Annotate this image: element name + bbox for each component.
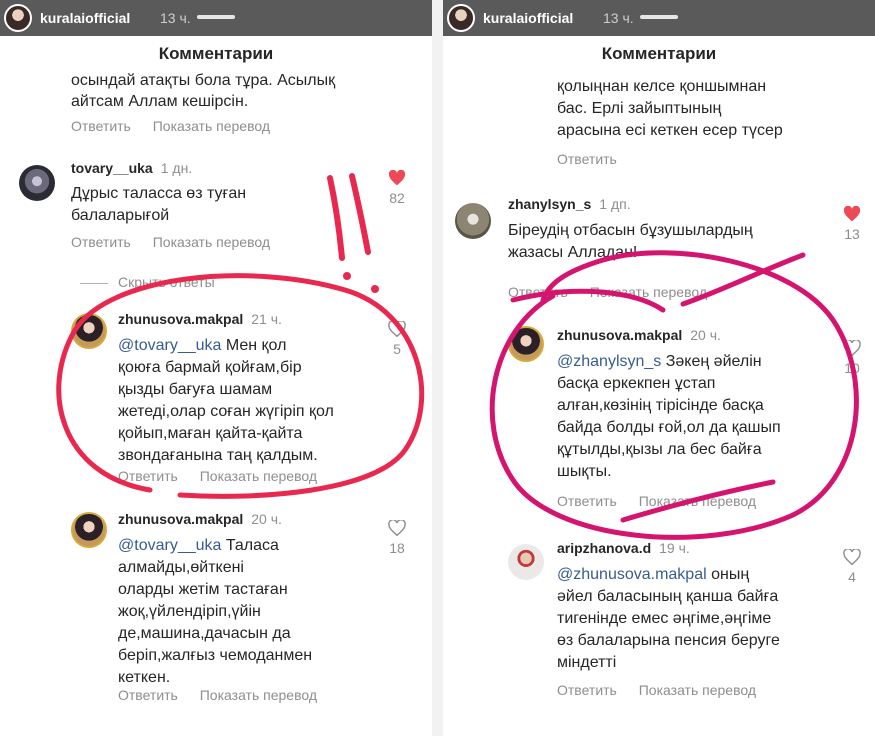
avatar[interactable]: [19, 165, 55, 201]
hide-replies-button[interactable]: Скрыть ответы: [80, 274, 215, 290]
comment-username[interactable]: zhanylsyn_s 1 дп.: [508, 196, 631, 212]
reply-button[interactable]: Ответить: [557, 682, 617, 698]
comment-text: @tovary__uka Таласа алмайды,өйткені олар…: [118, 537, 313, 686]
panel-divider: [432, 0, 443, 736]
heart-filled-icon: [388, 170, 406, 186]
comment-username[interactable]: tovary__uka 1 дн.: [71, 160, 192, 176]
story-username[interactable]: kuralaiofficial: [483, 10, 573, 26]
comment-actions: Ответить Показать перевод: [118, 468, 335, 484]
avatar[interactable]: [71, 512, 107, 548]
comment-actions: Ответить Показать перевод: [557, 493, 774, 509]
reply-button[interactable]: Ответить: [557, 493, 617, 509]
comment-time: 20 ч.: [251, 511, 282, 527]
translate-button[interactable]: Показать перевод: [590, 284, 707, 300]
sheet-handle[interactable]: [197, 15, 235, 19]
comment-time: 1 дп.: [599, 196, 631, 212]
mention-link[interactable]: @tovary__uka: [118, 337, 221, 354]
comment-username[interactable]: zhunusova.makpal 20 ч.: [557, 327, 721, 343]
like-button[interactable]: 13: [839, 206, 865, 242]
cut-comment-text: осындай атақты бола тұра. Асылық: [71, 72, 336, 89]
heart-filled-icon: [843, 206, 861, 222]
cut-comment-text: айтсам Аллам кешірсін.: [71, 93, 249, 110]
story-top-bar: kuralaiofficial 13 ч.: [443, 0, 875, 36]
like-button[interactable]: 4: [839, 549, 865, 585]
comment-text: @zhunusova.makpal оның әйел баласының қа…: [557, 566, 780, 671]
reply-button[interactable]: Ответить: [71, 234, 131, 250]
like-button[interactable]: 10: [839, 340, 865, 376]
comment-username[interactable]: zhunusova.makpal 20 ч.: [118, 511, 282, 527]
heart-outline-icon: [388, 321, 406, 337]
mention-link[interactable]: @tovary__uka: [118, 537, 221, 554]
translate-button[interactable]: Показать перевод: [153, 234, 270, 250]
comment-actions: Ответить Показать перевод: [557, 682, 774, 698]
translate-button[interactable]: Показать перевод: [200, 687, 317, 703]
like-button[interactable]: 5: [384, 321, 410, 357]
like-count: 4: [848, 569, 856, 585]
mention-link[interactable]: @zhunusova.makpal: [557, 566, 707, 583]
comment-time: 1 дн.: [160, 160, 193, 176]
avatar[interactable]: [508, 326, 544, 362]
sheet-handle[interactable]: [640, 15, 678, 19]
left-screenshot-panel: kuralaiofficial 13 ч. Комментарии осында…: [0, 0, 432, 736]
comment-actions: Ответить: [557, 151, 635, 167]
story-top-bar: kuralaiofficial 13 ч.: [0, 0, 432, 36]
comment-text: Біреудің отбасын бұзушылардың жазасы Алл…: [508, 222, 753, 261]
reply-button[interactable]: Ответить: [118, 687, 178, 703]
translate-button[interactable]: Показать перевод: [200, 468, 317, 484]
comment-actions: Ответить Показать перевод: [71, 234, 288, 250]
avatar[interactable]: [455, 203, 491, 239]
reply-button[interactable]: Ответить: [71, 118, 131, 134]
comment-actions: Ответить Показать перевод: [508, 284, 725, 300]
comments-header: Комментарии: [0, 36, 432, 72]
heart-outline-icon: [843, 340, 861, 356]
comment-time: 19 ч.: [659, 540, 690, 556]
like-count: 10: [844, 360, 860, 376]
translate-button[interactable]: Показать перевод: [153, 118, 270, 134]
translate-button[interactable]: Показать перевод: [639, 493, 756, 509]
cut-comment-text: арасына есі кеткен есер түсер: [557, 122, 783, 139]
comments-header: Комментарии: [443, 36, 875, 72]
comment-text: Дұрыс таласса өз туған балаларығой: [71, 185, 247, 224]
avatar[interactable]: [71, 313, 107, 349]
like-button[interactable]: 82: [384, 170, 410, 206]
like-count: 18: [389, 540, 405, 556]
like-count: 13: [844, 226, 860, 242]
right-screenshot-panel: kuralaiofficial 13 ч. Комментарии қолыңн…: [443, 0, 875, 736]
story-time: 13 ч.: [160, 10, 191, 26]
reply-button[interactable]: Ответить: [118, 468, 178, 484]
story-avatar[interactable]: [447, 4, 475, 32]
comment-text: @tovary__uka Мен қол қоюға бармай қойғам…: [118, 337, 334, 464]
comment-username[interactable]: zhunusova.makpal 21 ч.: [118, 311, 282, 327]
like-button[interactable]: 18: [384, 520, 410, 556]
cut-comment-text: бас. Ерлі зайыптының: [557, 100, 722, 117]
heart-outline-icon: [388, 520, 406, 536]
heart-outline-icon: [843, 549, 861, 565]
comment-actions: Ответить Показать перевод: [118, 687, 335, 703]
story-time: 13 ч.: [603, 10, 634, 26]
reply-button[interactable]: Ответить: [557, 151, 617, 167]
like-count: 5: [393, 341, 401, 357]
mention-link[interactable]: @zhanylsyn_s: [557, 353, 661, 370]
avatar[interactable]: [508, 544, 544, 580]
comment-time: 20 ч.: [690, 327, 721, 343]
comment-time: 21 ч.: [251, 311, 282, 327]
cut-comment-text: қолыңнан келсе қоншымнан: [557, 78, 767, 95]
story-username[interactable]: kuralaiofficial: [40, 10, 130, 26]
comment-username[interactable]: aripzhanova.d 19 ч.: [557, 540, 690, 556]
story-avatar[interactable]: [4, 4, 32, 32]
comment-text: @zhanylsyn_s Зәкең әйелін басқа еркекпен…: [557, 353, 781, 480]
translate-button[interactable]: Показать перевод: [639, 682, 756, 698]
like-count: 82: [389, 190, 405, 206]
reply-button[interactable]: Ответить: [508, 284, 568, 300]
comment-actions: Ответить Показать перевод: [71, 118, 288, 134]
